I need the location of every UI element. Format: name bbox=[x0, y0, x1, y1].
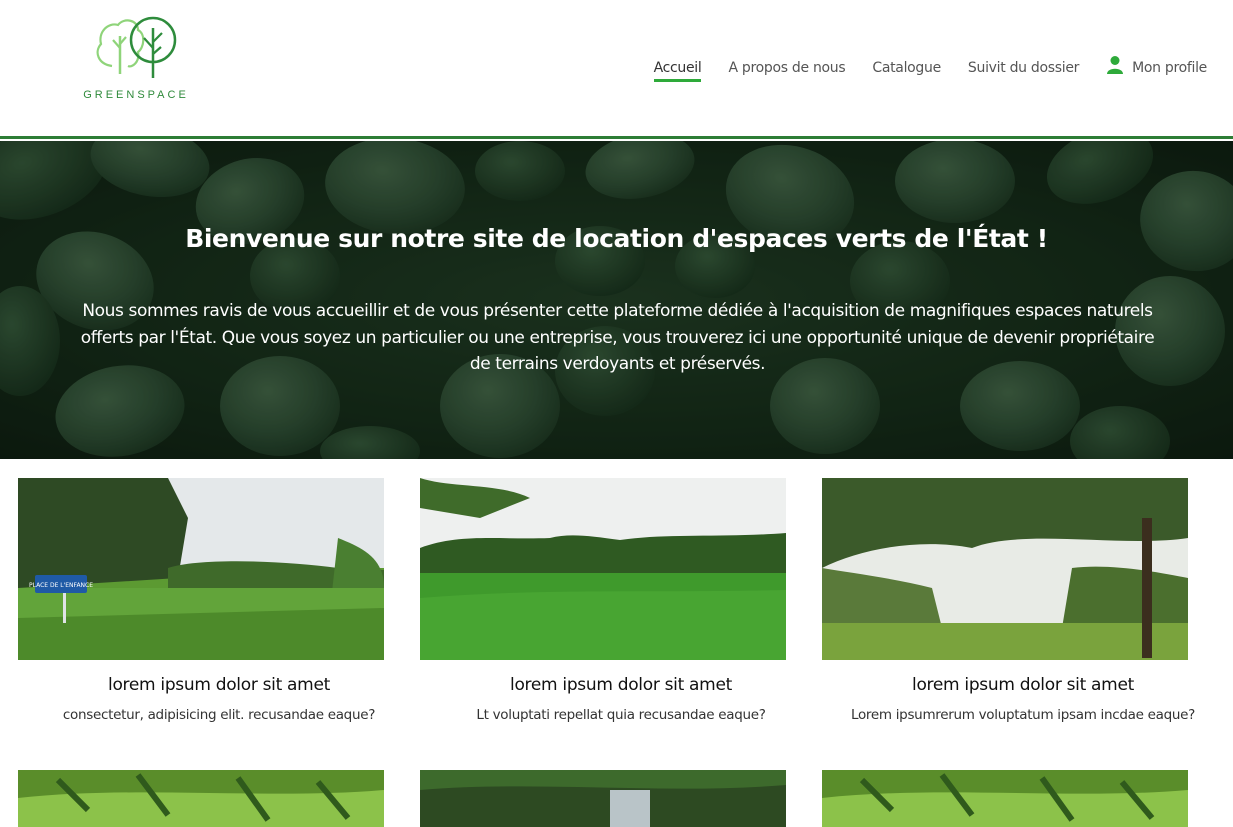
card-image-foliage bbox=[18, 770, 384, 827]
card-4[interactable] bbox=[18, 770, 420, 827]
two-trees-logo-icon bbox=[96, 16, 177, 78]
card-2[interactable]: lorem ipsum dolor sit amet Lt voluptati … bbox=[420, 478, 822, 723]
nav-accueil[interactable]: Accueil bbox=[653, 60, 702, 82]
hero-title: Bienvenue sur notre site de location d'e… bbox=[185, 224, 1048, 253]
card-6[interactable] bbox=[822, 770, 1224, 827]
card-description: Lt voluptati repellat quia recusandae ea… bbox=[476, 707, 766, 723]
card-image-forest bbox=[420, 770, 786, 827]
nav-suivi-dossier[interactable]: Suivit du dossier bbox=[968, 60, 1079, 79]
card-3[interactable]: lorem ipsum dolor sit amet Lorem ipsumre… bbox=[822, 478, 1224, 723]
user-icon bbox=[1107, 56, 1124, 74]
card-description: consectetur, adipisicing elit. recusanda… bbox=[62, 707, 376, 723]
main-nav: Accueil A propos de nous Catalogue Suivi… bbox=[627, 56, 1207, 82]
hero-text: Nous sommes ravis de vous accueillir et … bbox=[80, 301, 1155, 374]
card-description: Lorem ipsumrerum voluptatum ipsam incdae… bbox=[850, 707, 1195, 723]
brand-name: GREENSPACE bbox=[83, 89, 189, 101]
nav-catalogue[interactable]: Catalogue bbox=[872, 60, 941, 79]
nav-a-propos[interactable]: A propos de nous bbox=[728, 60, 845, 79]
profile-label: Mon profile bbox=[1132, 60, 1207, 76]
card-5[interactable] bbox=[420, 770, 822, 827]
card-title: lorem ipsum dolor sit amet bbox=[108, 675, 330, 695]
park-sign-text: PLACE DE L'ENFANCE bbox=[29, 582, 93, 589]
site-header: GREENSPACE Accueil A propos de nous Cata… bbox=[0, 0, 1233, 136]
card-image-shaded-lawn bbox=[822, 478, 1188, 660]
card-image-green-field bbox=[420, 478, 786, 660]
nav-mon-profile[interactable]: Mon profile bbox=[1106, 56, 1207, 81]
card-1[interactable]: PLACE DE L'ENFANCE lorem ipsum dolor sit… bbox=[18, 478, 420, 723]
card-image-park-sign: PLACE DE L'ENFANCE bbox=[18, 478, 384, 660]
hero-banner: Bienvenue sur notre site de location d'e… bbox=[0, 141, 1233, 459]
card-title: lorem ipsum dolor sit amet bbox=[912, 675, 1134, 695]
card-title: lorem ipsum dolor sit amet bbox=[510, 675, 732, 695]
card-image-foliage bbox=[822, 770, 1188, 827]
brand-logo[interactable]: GREENSPACE bbox=[70, 14, 202, 106]
